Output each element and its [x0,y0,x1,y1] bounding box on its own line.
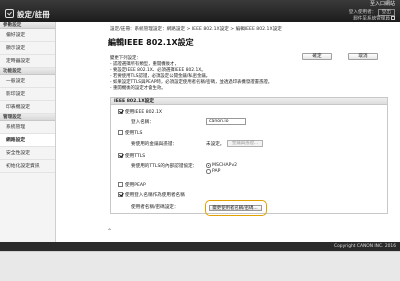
sidebar-item-init[interactable]: 初始化設定資訊 [0,160,55,173]
sidebar-item-display[interactable]: 顯示設定 [0,42,55,55]
footer: Copyright CANON INC. 2016 [0,242,400,251]
use-ttls-checkbox[interactable] [118,153,123,158]
sidebar-item-general[interactable]: 一般設定 [0,75,55,88]
copyright-text: Copyright CANON INC. 2016 [334,243,396,249]
mail-icon[interactable] [391,16,395,20]
intro-line: - 重開機後的設定才會生效。 [110,85,166,91]
ieee-settings-panel: IEEE 802.1X設定 使用IEEE 802.1X 登入名稱： canon.… [110,97,388,214]
ttls-protocol-label: 要使用的TTLS的內部認證協定： [131,164,198,169]
sidebar-item-preferences[interactable]: 偏好設定 [0,29,55,42]
use-peap-label: 使用PEAP [125,183,146,188]
intro-line: - 如果設定TTLS與PEAP時，必須設定使用者名稱/密碼，並透過印表機發證書憑… [110,79,273,85]
page-bottom-area [0,251,400,281]
login-name-input[interactable]: canon.io [206,118,246,125]
top-bar: 設定/註冊 至入口網站 登入使用者： 登出 郵件至系統管理員 [0,0,400,22]
use-same-name-checkbox[interactable] [118,192,123,197]
sidebar-item-security[interactable]: 安全性設定 [0,147,55,160]
page-title: 編輯IEEE 802.1X設定 [108,38,194,47]
sidebar-item-copy[interactable]: 影印設定 [0,88,55,101]
breadcrumb: 設定/註冊：系統管理設定：網路設定 > IEEE 802.1X設定 > 編輯IE… [110,27,282,32]
login-name-label: 登入名稱： [131,120,154,125]
back-to-top-icon[interactable]: ⌃ [107,228,112,235]
sidebar-item-system[interactable]: 系統管理 [0,121,55,134]
login-user-label: 登入使用者： [348,10,377,15]
sidebar-section-preferences: 參數設定 [0,22,55,29]
sidebar-item-network[interactable]: 網路設定 [0,134,55,147]
app-title: 設定/註冊 [17,10,50,19]
highlight-frame: 變更使用者名稱/密碼... [205,200,267,216]
use-same-name-label: 使用登入名稱作為使用者名稱 [125,193,185,198]
use-8021x-checkbox[interactable] [118,109,123,114]
tls-key-status: 未設定。 [206,142,225,147]
sidebar: 參數設定 偏好設定 顯示設定 定時器設定 功能設定 一般設定 影印設定 印表機設… [0,22,56,242]
header-links: 至入口網站 登入使用者： 登出 郵件至系統管理員 [275,1,395,23]
tls-key-label: 要使用的金鑰與憑證： [131,142,177,147]
mail-admin-link[interactable]: 郵件至系統管理員 [353,17,390,22]
pap-radio[interactable] [206,169,211,174]
mschapv2-label: MSCHAPv2 [212,163,238,168]
intro-text: 變更下列設定： - 認證選擇所有類型，重開機後才， - 要設定IEEE 802.… [110,56,298,91]
pap-label: PAP [212,169,221,174]
logout-button[interactable]: 登出 [377,9,395,16]
sidebar-section-functions: 功能設定 [0,68,55,75]
ok-button[interactable]: 確定 [302,53,332,60]
use-tls-label: 使用TLS [125,131,143,136]
cancel-button[interactable]: 取消 [348,53,378,60]
use-ttls-label: 使用TTLS [125,154,146,159]
set-user-password-button[interactable]: 變更使用者名稱/密碼... [208,204,262,211]
sidebar-item-printer[interactable]: 印表機設定 [0,101,55,114]
sidebar-section-management: 管理設定 [0,114,55,121]
use-8021x-label: 使用IEEE 802.1X [125,110,163,115]
sidebar-item-timer[interactable]: 定時器設定 [0,55,55,68]
use-tls-checkbox[interactable] [118,130,123,135]
portal-link[interactable]: 至入口網站 [370,1,395,7]
set-user-label: 使用者名稱/密碼設定： [131,205,179,210]
settings-logo-icon [5,9,14,18]
use-peap-checkbox[interactable] [118,182,123,187]
mschapv2-radio[interactable] [206,163,211,168]
key-cert-button[interactable]: 金鑰與憑證... [227,140,263,147]
section-title: IEEE 802.1X設定 [111,98,387,105]
